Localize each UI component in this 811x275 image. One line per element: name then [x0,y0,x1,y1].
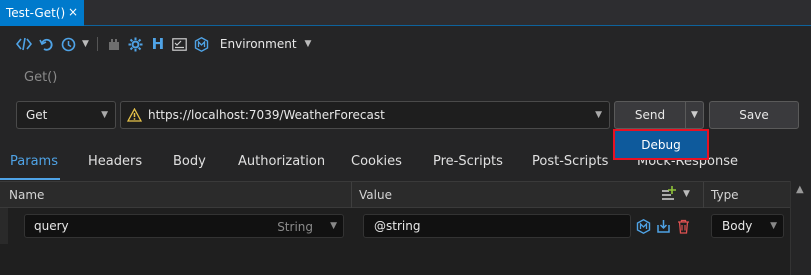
toolbar-divider [96,37,98,51]
scroll-up-icon[interactable]: ▲ [796,184,804,195]
url-value: https://localhost:7039/WeatherForecast [148,108,385,122]
tab-cookies[interactable]: Cookies [351,154,402,169]
param-type-select[interactable]: Body ▼ [711,214,784,238]
document-tab[interactable]: Test-Get() × [0,0,84,26]
variables-icon[interactable] [172,36,188,52]
tab-pre-scripts[interactable]: Pre-Scripts [433,154,503,169]
header-icon[interactable]: H [150,35,166,53]
column-divider[interactable] [703,182,704,209]
close-icon[interactable]: × [68,5,78,19]
column-header-type[interactable]: Type [711,188,739,202]
params-grid-header: Name Value ▼ Type [0,181,790,209]
plugin-icon[interactable] [106,36,122,52]
document-tabstrip: Test-Get() × [0,0,811,26]
history-icon[interactable] [60,36,76,52]
tab-body[interactable]: Body [173,154,206,169]
chevron-down-icon: ▼ [691,110,698,120]
mock-icon[interactable] [636,219,651,238]
request-name-input[interactable]: Get() [24,70,57,85]
add-row-icon[interactable] [661,186,676,204]
url-input[interactable]: https://localhost:7039/WeatherForecast ▼ [120,101,610,129]
param-type-value: Body [722,219,753,233]
tab-params[interactable]: Params [10,154,58,169]
method-select[interactable]: Get ▼ [16,101,116,129]
import-icon[interactable] [656,219,671,238]
debug-menu-item[interactable]: Debug [613,129,709,160]
chevron-down-icon[interactable]: ▼ [305,39,312,49]
undo-icon[interactable] [38,36,54,52]
request-toolbar: ▼ H Environment ▼ [16,34,311,54]
chevron-down-icon[interactable]: ▼ [330,221,337,231]
tab-authorization[interactable]: Authorization [238,154,325,169]
chevron-down-icon[interactable]: ▼ [595,110,602,120]
column-header-name[interactable]: Name [9,188,44,202]
param-value-field[interactable]: @string [363,214,631,238]
active-tab-indicator [0,178,60,180]
column-divider[interactable] [351,182,352,209]
mock-icon[interactable] [194,36,210,52]
param-value-text: @string [374,219,421,233]
chevron-down-icon[interactable]: ▼ [683,189,690,199]
param-name-type: String [277,220,313,234]
chevron-down-icon: ▼ [101,110,108,120]
vertical-scrollbar[interactable]: ▲ [790,181,811,275]
warning-icon [126,107,143,123]
param-name-value: query [34,219,69,233]
column-header-value[interactable]: Value [359,188,392,202]
row-selector[interactable] [0,208,8,244]
code-icon[interactable] [16,36,32,52]
document-tab-title: Test-Get() [6,6,66,20]
param-name-field[interactable]: query String ▼ [24,214,344,238]
send-options-button[interactable]: ▼ [686,101,704,129]
save-button[interactable]: Save [709,101,799,129]
method-value: Get [26,108,48,122]
send-button[interactable]: Send [614,101,686,129]
environment-selector[interactable]: Environment [220,37,297,51]
tab-post-scripts[interactable]: Post-Scripts [532,154,608,169]
gear-icon[interactable] [128,36,144,52]
tab-headers[interactable]: Headers [88,154,142,169]
trash-icon[interactable] [677,219,690,238]
chevron-down-icon[interactable]: ▼ [82,39,89,49]
chevron-down-icon: ▼ [770,221,777,231]
